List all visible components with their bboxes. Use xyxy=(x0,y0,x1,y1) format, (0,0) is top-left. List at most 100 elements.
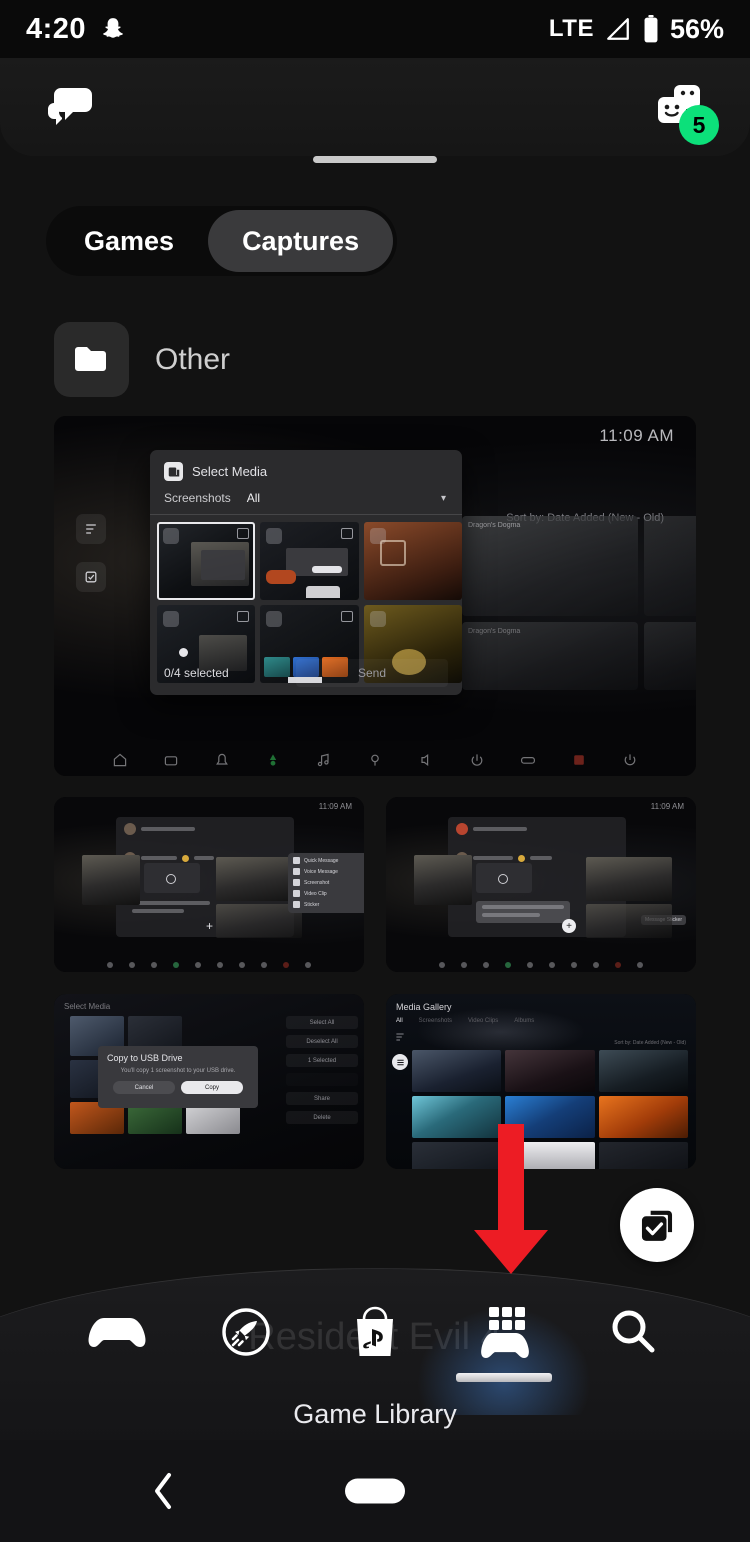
network-type-label: LTE xyxy=(548,15,594,42)
battery-icon xyxy=(642,15,660,43)
side-option[interactable]: Delete xyxy=(286,1111,358,1124)
home-pill-indicator[interactable] xyxy=(345,1478,405,1504)
media-filter-row[interactable]: Screenshots All ▾ xyxy=(150,489,462,515)
captures-content: Games Captures Other 11:09 AM Sort by: D… xyxy=(0,172,750,1272)
menu-item[interactable]: Voice Message xyxy=(293,868,363,875)
gallery-item[interactable] xyxy=(598,1096,688,1138)
send-button[interactable]: Send xyxy=(296,659,448,687)
status-bar-left: 4:20 xyxy=(26,13,126,46)
chat-bubbles-icon xyxy=(44,84,96,130)
ps-dock xyxy=(54,752,696,768)
gallery-tab[interactable]: Video Clips xyxy=(468,1018,498,1024)
quick-message-icon xyxy=(293,857,300,864)
menu-item-label: Video Clip xyxy=(304,890,327,897)
dialog-title: Select Media xyxy=(192,464,268,479)
tab-captures[interactable]: Captures xyxy=(208,210,394,272)
back-chevron-icon[interactable] xyxy=(150,1471,176,1511)
side-option[interactable]: Share xyxy=(286,1092,358,1105)
tab-captures-label: Captures xyxy=(242,225,360,256)
sort-filter-icon xyxy=(394,1030,406,1042)
playstation-store-bag-icon xyxy=(351,1304,399,1360)
tab-games-label: Games xyxy=(84,225,175,256)
nav-play[interactable] xyxy=(69,1310,165,1354)
media-grid-item[interactable] xyxy=(363,522,462,600)
gallery-item[interactable] xyxy=(598,1142,688,1169)
dialog-header: Select Media xyxy=(150,450,462,489)
folder-header[interactable]: Other xyxy=(54,322,230,397)
media-grid-item[interactable] xyxy=(260,522,359,600)
gamepad-icon xyxy=(86,1310,148,1354)
media-checkbox[interactable] xyxy=(163,528,179,544)
menu-item[interactable]: Screenshot xyxy=(293,879,363,886)
add-button[interactable]: + xyxy=(562,919,576,933)
nav-explore[interactable] xyxy=(198,1305,294,1359)
dialog-title: Copy to USB Drive xyxy=(107,1053,183,1063)
capture-thumbnail[interactable]: 11:09 AM Quick Message Voice Message Scr… xyxy=(54,797,364,972)
capture-thumbnail[interactable]: 11:09 AM Message Sticker xyxy=(386,797,696,972)
menu-item[interactable]: Quick Message xyxy=(293,857,363,864)
voice-message-icon xyxy=(293,868,300,875)
side-option-spacer xyxy=(286,1073,358,1086)
friends-button[interactable]: 5 xyxy=(654,83,719,145)
gallery-grid xyxy=(412,1050,688,1169)
folder-icon xyxy=(54,322,129,397)
tab-games[interactable]: Games xyxy=(50,210,208,272)
side-option[interactable]: Deselect All xyxy=(286,1035,358,1048)
status-bar: 4:20 LTE 56% xyxy=(0,0,750,58)
sticker-icon xyxy=(293,901,300,908)
gallery-item[interactable] xyxy=(505,1050,595,1092)
gallery-item[interactable] xyxy=(412,1142,502,1169)
gallery-item[interactable] xyxy=(598,1050,688,1092)
segmented-tabs: Games Captures xyxy=(46,206,398,276)
multi-select-fab[interactable] xyxy=(620,1188,694,1262)
nav-search[interactable] xyxy=(585,1306,681,1358)
active-nav-label: Game Library xyxy=(293,1399,457,1429)
menu-item[interactable]: Video Clip xyxy=(293,890,363,897)
capture-thumbnail[interactable]: Media Gallery All Screenshots Video Clip… xyxy=(386,994,696,1169)
explore-rocket-icon xyxy=(219,1305,273,1359)
ps-app-screen: 4:20 LTE 56% 5 Games Captures Other 11:0… xyxy=(0,0,750,1542)
usb-side-options: Select All Deselect All 1 Selected Share… xyxy=(286,1016,358,1124)
gallery-tab[interactable]: Screenshots xyxy=(419,1018,452,1024)
bottom-nav-bar: Resident Evil 4 xyxy=(0,1268,750,1440)
nav-store[interactable] xyxy=(327,1304,423,1360)
snapchat-ghost-icon xyxy=(100,16,126,42)
side-option[interactable]: 1 Selected xyxy=(286,1054,358,1067)
nav-game-library[interactable] xyxy=(414,1305,595,1415)
media-checkbox[interactable] xyxy=(266,611,283,627)
chat-button[interactable] xyxy=(44,84,96,130)
gallery-tab[interactable]: All xyxy=(396,1018,403,1024)
multi-select-icon xyxy=(76,562,106,592)
media-grid-item[interactable] xyxy=(157,522,256,600)
gallery-item[interactable] xyxy=(505,1096,595,1138)
side-option[interactable]: Select All xyxy=(286,1016,358,1029)
gallery-item[interactable] xyxy=(412,1096,502,1138)
media-checkbox[interactable] xyxy=(369,611,386,627)
media-checkbox[interactable] xyxy=(163,611,179,627)
friends-badge-count: 5 xyxy=(679,105,719,145)
capture-timestamp: 11:09 AM xyxy=(318,802,352,811)
menu-item-label: Quick Message xyxy=(304,857,339,864)
media-filter-value: All xyxy=(246,491,261,505)
media-type-icon xyxy=(340,528,353,539)
select-media-icon xyxy=(164,462,183,481)
status-bar-right: LTE 56% xyxy=(549,14,724,45)
folder-label: Other xyxy=(155,342,231,376)
capture-screen-title: Select Media xyxy=(64,1002,111,1011)
context-menu: Quick Message Voice Message Screenshot V… xyxy=(288,853,364,913)
cancel-button[interactable]: Cancel xyxy=(113,1081,175,1094)
ps-dock xyxy=(386,962,696,968)
copy-button[interactable]: Copy xyxy=(181,1081,243,1094)
sheet-drag-handle[interactable] xyxy=(313,156,437,163)
gallery-sort-label: Sort by: Date Added (New - Old) xyxy=(614,1040,686,1046)
video-clip-icon xyxy=(293,890,300,897)
gallery-item[interactable] xyxy=(412,1050,502,1092)
select-media-filter-button[interactable] xyxy=(392,1054,408,1070)
gallery-tab[interactable]: Albums xyxy=(514,1018,534,1024)
capture-thumbnail-featured[interactable]: 11:09 AM Sort by: Date Added (New - Old) xyxy=(54,416,696,776)
top-sheet-header: 5 xyxy=(0,58,750,156)
capture-thumbnail[interactable]: Select Media Select All Deselect All 1 S… xyxy=(54,994,364,1169)
media-checkbox[interactable] xyxy=(266,528,283,544)
gallery-item[interactable] xyxy=(505,1142,595,1169)
menu-item[interactable]: Sticker xyxy=(293,901,363,908)
